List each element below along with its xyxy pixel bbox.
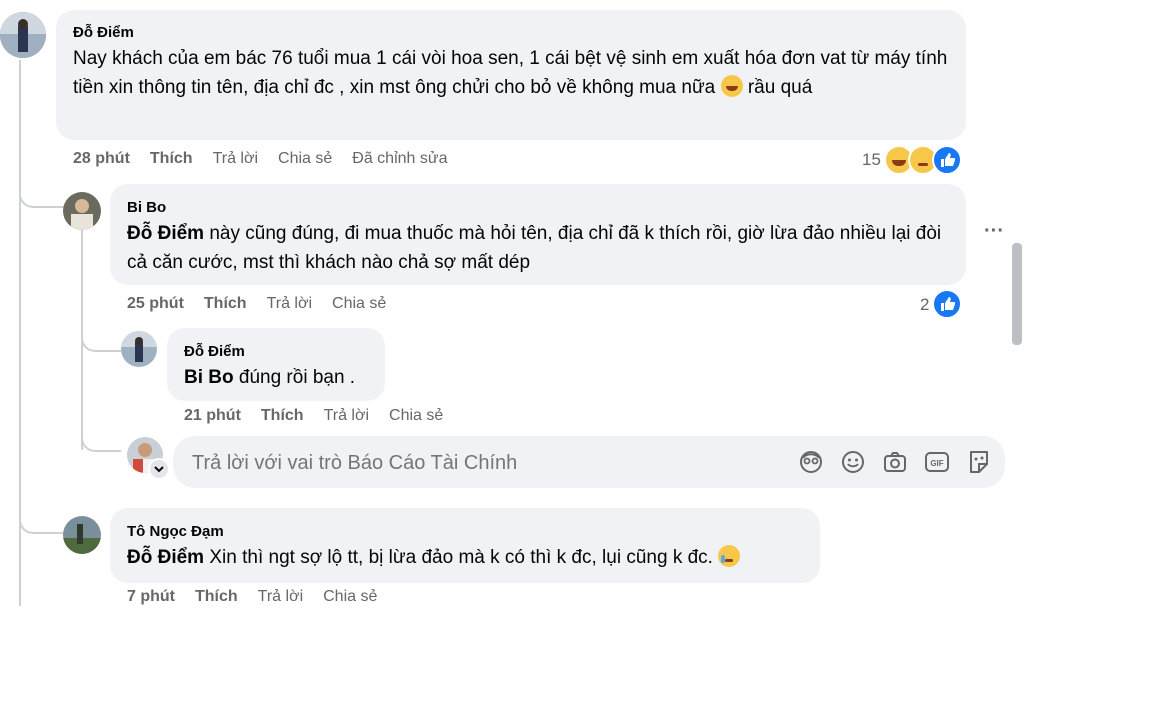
comment-time[interactable]: 28 phút [73, 150, 130, 167]
share-button[interactable]: Chia sẻ [323, 588, 377, 605]
comment-author[interactable]: Bi Bo [127, 199, 166, 216]
comment-author[interactable]: Đỗ Điểm [184, 343, 245, 360]
thread-branch-1 [19, 180, 65, 208]
reply-button[interactable]: Trả lời [213, 150, 258, 167]
gif-icon[interactable]: GIF [924, 449, 950, 475]
comment-body-end: rầu quá [747, 77, 813, 98]
mention-link[interactable]: Đỗ Điểm [127, 547, 204, 568]
reply-button[interactable]: Trả lời [267, 295, 312, 312]
comment-body: Nay khách của em bác 76 tuổi mua 1 cái v… [73, 48, 948, 98]
comment-actions: 21 phút Thích Trả lời Chia sẻ [184, 407, 463, 425]
comment-time[interactable]: 21 phút [184, 407, 241, 424]
more-options-button[interactable]: ··· [984, 220, 1004, 243]
sticker-icon[interactable] [966, 449, 992, 475]
reply-input-box: GIF [173, 436, 1005, 488]
svg-text:GIF: GIF [930, 459, 943, 468]
comment-bubble: Đỗ Điểm Bi Bo đúng rồi bạn . [167, 328, 385, 401]
edited-label: Đã chỉnh sửa [352, 150, 448, 167]
reply-input[interactable] [190, 442, 754, 484]
thread-branch-3 [81, 430, 121, 452]
comment-author[interactable]: Đỗ Điểm [73, 24, 134, 41]
comment-actions: 28 phút Thích Trả lời Chia sẻ Đã chỉnh sửa [73, 150, 467, 168]
comment-bubble: Đỗ Điểm Nay khách của em bác 76 tuổi mua… [56, 10, 966, 140]
like-button[interactable]: Thích [204, 295, 247, 312]
reply-button[interactable]: Trả lời [258, 588, 303, 605]
comment-time[interactable]: 7 phút [127, 588, 175, 605]
reply-button[interactable]: Trả lời [324, 407, 369, 424]
avatar[interactable] [63, 516, 101, 554]
share-button[interactable]: Chia sẻ [278, 150, 332, 167]
comment-body: đúng rồi bạn . [238, 367, 356, 388]
mention-link[interactable]: Đỗ Điểm [127, 223, 204, 244]
chevron-down-icon[interactable] [148, 458, 170, 480]
avatar[interactable] [63, 192, 101, 230]
thread-branch-2 [81, 328, 121, 352]
camera-icon[interactable] [882, 449, 908, 475]
share-button[interactable]: Chia sẻ [389, 407, 443, 424]
comment-body: Xin thì ngt sợ lộ tt, bị lừa đảo mà k có… [209, 547, 713, 568]
scrollbar-thumb[interactable] [1012, 243, 1022, 345]
comment-time[interactable]: 25 phút [127, 295, 184, 312]
comment-bubble: Tô Ngọc Đạm Đỗ Điểm Xin thì ngt sợ lộ tt… [110, 508, 820, 583]
like-button[interactable]: Thích [261, 407, 304, 424]
comment-text: Bi Bo đúng rồi bạn . [184, 363, 355, 392]
like-button[interactable]: Thích [150, 150, 193, 167]
reaction-count[interactable]: 2 [920, 295, 929, 315]
comment-text: Đỗ Điểm Xin thì ngt sợ lộ tt, bị lừa đảo… [127, 543, 741, 572]
thread-branch-4 [19, 510, 65, 534]
comment-body: này cũng đúng, đi mua thuốc mà hỏi tên, … [127, 223, 942, 273]
crying-emoji-icon [718, 545, 741, 567]
avatar[interactable] [0, 12, 46, 58]
avatar[interactable] [121, 331, 157, 367]
comment-actions: 25 phút Thích Trả lời Chia sẻ [127, 295, 406, 313]
reaction-count[interactable]: 15 [862, 150, 881, 170]
comment-author[interactable]: Tô Ngọc Đạm [127, 523, 224, 540]
like-button[interactable]: Thích [195, 588, 238, 605]
comment-bubble: Bi Bo Đỗ Điểm này cũng đúng, đi mua thuố… [110, 184, 966, 285]
mention-link[interactable]: Bi Bo [184, 367, 234, 388]
like-reaction-icon [932, 145, 962, 175]
share-button[interactable]: Chia sẻ [332, 295, 386, 312]
emoji-icon[interactable] [840, 449, 866, 475]
comment-actions: 7 phút Thích Trả lời Chia sẻ [127, 588, 397, 606]
comment-text: Nay khách của em bác 76 tuổi mua 1 cái v… [73, 44, 953, 102]
rolling-laughing-emoji-icon [720, 75, 743, 97]
like-reaction-icon [932, 289, 962, 319]
comment-text: Đỗ Điểm này cũng đúng, đi mua thuốc mà h… [127, 219, 957, 277]
avatar-sticker-icon[interactable] [798, 449, 824, 475]
